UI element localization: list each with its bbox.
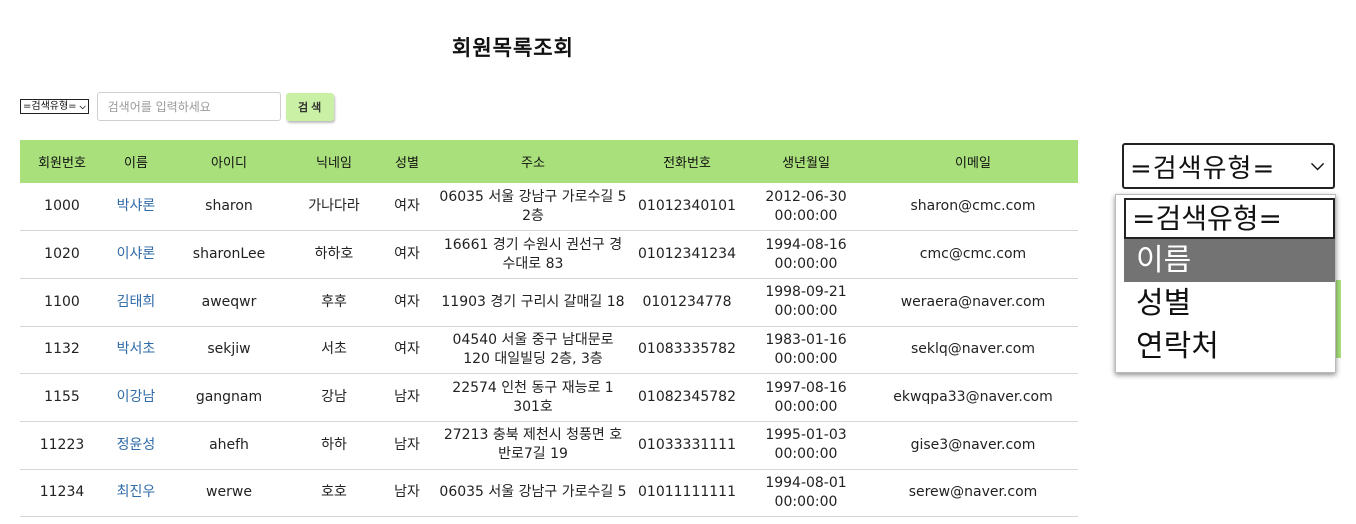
member-address: 11903 경기 구리시 갈매길 18 [441,293,625,310]
member-id: 1132 [44,341,80,358]
table-row: 11234 최진우 werwe 호호 남자 06035 서울 강남구 가로수길 … [20,469,1078,517]
search-button[interactable]: 검 색 [285,92,334,121]
member-gender: 여자 [394,293,420,310]
member-birthdate: 1995-01-03 00:00:00 [765,427,847,463]
member-birthdate: 1994-08-16 00:00:00 [765,236,847,272]
member-nickname: 하하호 [314,246,354,263]
search-type-dropdown-preview[interactable]: =검색유형= ⌵ [1122,143,1335,189]
dropdown-option[interactable]: 연락처 [1124,325,1335,368]
member-userid: sharonLee [192,246,266,263]
member-id: 1020 [44,246,80,263]
member-nickname: 서초 [321,341,347,358]
member-email: cmc@cmc.com [919,246,1027,263]
table-row: 1155 이강남 gangnam 강남 남자 22574 인천 동구 재능로 1… [20,374,1078,422]
member-gender: 여자 [394,198,420,215]
member-birthdate: 2012-06-30 00:00:00 [765,188,847,224]
member-name-link[interactable]: 박샤론 [104,183,168,231]
member-name-link[interactable]: 최진우 [104,469,168,517]
chevron-down-icon: ⌵ [1311,155,1325,175]
table-row: 11223 정윤성 ahefh 하하 남자 27213 충북 제천시 청풍면 호… [20,421,1078,470]
member-email: gise3@naver.com [910,436,1036,453]
dropdown-option[interactable]: 성별 [1124,282,1335,325]
member-phone: 0101234778 [642,293,732,310]
dropdown-option-highlighted[interactable]: 이름 [1124,239,1335,282]
search-input[interactable]: 검색어를 입력하세요 [96,92,281,121]
column-header: 성별 [395,156,419,171]
column-header: 전화번호 [663,156,711,171]
member-birthdate: 1983-01-16 00:00:00 [765,331,847,367]
member-birthdate: 1994-08-01 00:00:00 [765,474,847,510]
member-name-link[interactable]: 이샤론 [104,231,168,279]
column-header: 아이디 [211,156,247,171]
member-id: 1000 [44,198,80,215]
member-nickname: 강남 [321,389,347,406]
member-nickname: 가나다라 [308,198,360,215]
table-row: 1132 박서초 sekjiw 서초 여자 04540 서울 중구 남대문로 1… [20,326,1078,374]
member-name-link[interactable]: 정윤성 [104,421,168,469]
table-row: 1000 박샤론 sharon 가나다라 여자 06035 서울 강남구 가로수… [20,183,1078,231]
member-userid: ahefh [209,436,249,453]
member-address: 16661 경기 수원시 권선구 경수대로 83 [443,236,623,272]
member-address: 27213 충북 제천시 청풍면 호반로7길 19 [443,427,623,463]
member-gender: 남자 [394,436,420,453]
column-header: 생년월일 [782,156,830,171]
member-table-container: 회원번호 이름 아이디 닉네임 성별 주소 전화번호 생년월일 이메일 1000… [20,140,1078,524]
member-nickname: 호호 [321,484,347,501]
member-phone: 01012341234 [638,246,736,263]
member-name-link[interactable]: 박서초 [104,326,168,374]
member-gender: 남자 [394,389,420,406]
member-birthdate: 1998-09-21 00:00:00 [765,284,847,320]
member-id: 11223 [39,436,85,453]
dropdown-options-list: =검색유형= 이름 성별 연락처 [1115,194,1336,373]
table-row: 1020 이샤론 sharonLee 하하호 여자 16661 경기 수원시 권… [20,231,1078,279]
member-email: ekwqpa33@naver.com [893,389,1053,406]
member-birthdate: 1997-08-16 00:00:00 [765,379,847,415]
member-email: seklq@naver.com [911,341,1035,358]
member-userid: werwe [206,484,252,501]
table-header-row: 회원번호 이름 아이디 닉네임 성별 주소 전화번호 생년월일 이메일 [20,140,1078,183]
member-table: 회원번호 이름 아이디 닉네임 성별 주소 전화번호 생년월일 이메일 1000… [20,140,1078,517]
member-phone: 01012340101 [638,198,736,215]
search-type-select[interactable]: =검색유형= ⌵ [20,99,89,114]
member-phone: 01033331111 [638,436,736,453]
dropdown-option[interactable]: =검색유형= [1124,198,1335,239]
column-header: 닉네임 [316,156,352,171]
member-nickname: 후후 [321,293,347,310]
member-name-link[interactable]: 김태희 [104,278,168,326]
member-phone: 01011111111 [638,484,736,501]
table-row: 1100 김태희 aweqwr 후후 여자 11903 경기 구리시 갈매길 1… [20,278,1078,327]
member-userid: gangnam [195,389,263,406]
member-id: 1100 [44,293,80,310]
search-type-value: =검색유형= [23,101,77,112]
member-userid: sekjiw [207,341,251,358]
member-gender: 남자 [394,484,420,501]
member-email: serew@naver.com [908,484,1038,501]
dropdown-selected-value: =검색유형= [1130,153,1276,184]
member-userid: sharon [205,198,253,215]
member-address: 06035 서울 강남구 가로수길 5 2층 [439,188,627,224]
member-phone: 01083335782 [638,341,736,358]
member-userid: aweqwr [201,293,257,310]
column-header: 이메일 [955,156,991,171]
member-phone: 01082345782 [638,389,736,406]
member-nickname: 하하 [321,436,347,453]
chevron-down-icon: ⌵ [79,102,86,111]
column-header: 이름 [124,156,148,171]
member-gender: 여자 [394,246,420,263]
page-title: 회원목록조회 [452,36,574,60]
member-address: 04540 서울 중구 남대문로 120 대일빌딩 2층, 3층 [452,331,614,367]
member-email: weraera@naver.com [900,293,1046,310]
member-address: 22574 인천 동구 재능로 1 301호 [452,379,614,415]
member-id: 11234 [39,484,85,501]
column-header: 주소 [521,156,545,171]
search-bar: =검색유형= ⌵ 검색어를 입력하세요 검 색 [20,92,334,121]
member-email: sharon@cmc.com [910,198,1036,215]
member-name-link[interactable]: 이강남 [104,374,168,422]
member-id: 1155 [44,389,80,406]
member-address: 06035 서울 강남구 가로수길 5 [439,484,627,501]
member-gender: 여자 [394,341,420,358]
column-header: 회원번호 [38,156,86,171]
